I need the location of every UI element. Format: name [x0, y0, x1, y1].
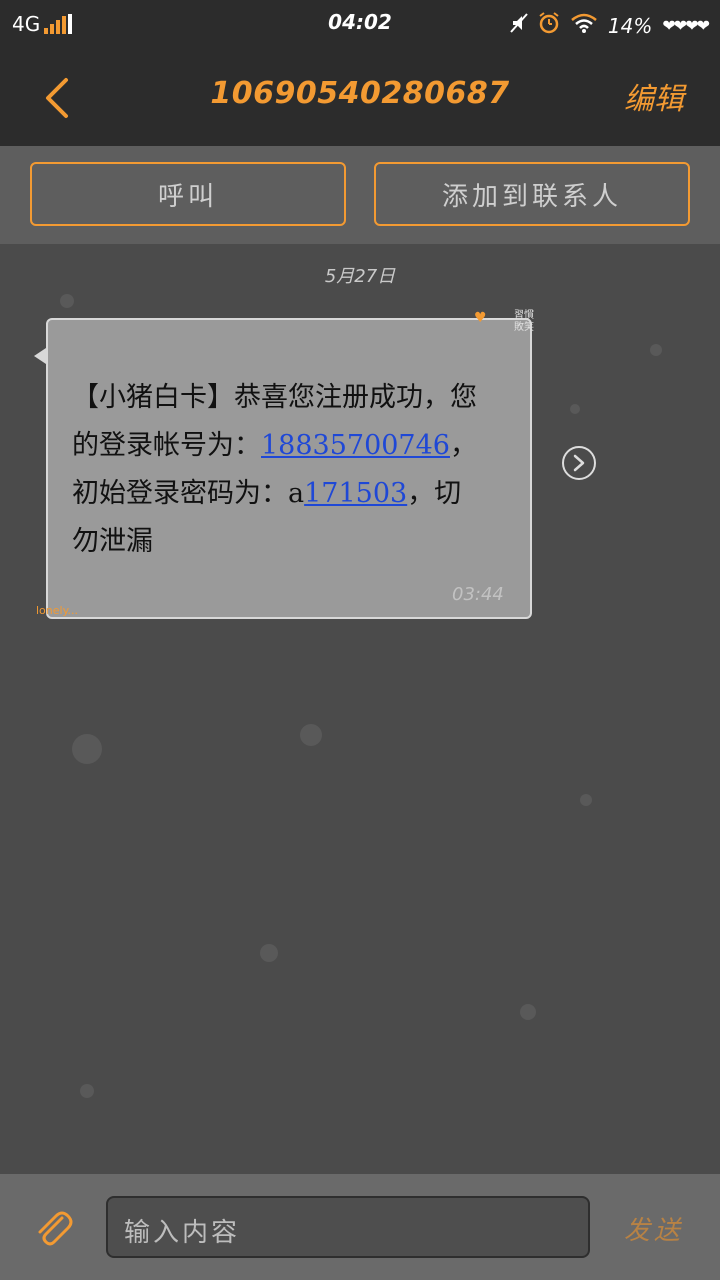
conversation-title: 10690540280687: [210, 76, 510, 111]
status-bar: 4G 04:02 14% ❤❤❤❤: [0, 0, 720, 48]
battery-hearts-icon: ❤❤❤❤: [662, 16, 710, 35]
call-button[interactable]: 呼叫: [30, 162, 346, 226]
chat-area[interactable]: 5月27日 【小猪白卡】恭喜您注册成功，您的登录帐号为：18835700746，…: [0, 244, 720, 1174]
background-dot: [260, 944, 278, 962]
header: 10690540280687 编辑: [0, 48, 720, 146]
background-dot: [60, 294, 74, 308]
message-input[interactable]: 输入内容: [106, 1196, 590, 1258]
date-label: 5月27日: [324, 266, 396, 287]
background-dot: [650, 344, 662, 356]
send-button[interactable]: 发送: [624, 1210, 684, 1247]
message-time: 03:44: [452, 584, 504, 605]
wifi-icon: [570, 13, 598, 38]
decoration-line: [488, 318, 514, 319]
heart-decoration-icon: ♥: [474, 310, 487, 326]
account-number-link[interactable]: 18835700746: [261, 430, 450, 461]
mute-icon: [510, 13, 528, 38]
attach-icon: [38, 1211, 73, 1246]
background-dot: [72, 734, 102, 764]
attach-button[interactable]: [32, 1208, 74, 1250]
background-dot: [520, 1004, 536, 1020]
alarm-icon: [538, 12, 560, 39]
background-dot: [570, 404, 580, 414]
bubble-decoration-text: 習慣 敗笑: [514, 310, 534, 333]
edit-button[interactable]: 编辑: [624, 74, 684, 118]
bubble-tail: [34, 348, 46, 364]
action-bar: 呼叫 添加到联系人: [0, 146, 720, 244]
status-right: 14% ❤❤❤❤: [510, 12, 710, 39]
battery-label: 14%: [607, 13, 653, 38]
background-dot: [580, 794, 592, 806]
add-contact-button[interactable]: 添加到联系人: [374, 162, 690, 226]
background-dot: [80, 1084, 94, 1098]
forward-button[interactable]: [562, 446, 596, 480]
background-dot: [300, 724, 322, 746]
forward-icon: [573, 454, 585, 472]
composer-bar: 输入内容 发送: [0, 1174, 720, 1280]
message-text[interactable]: 【小猪白卡】恭喜您注册成功，您的登录帐号为：18835700746，初始登录密码…: [72, 374, 482, 566]
lonely-decoration-text: lonely...: [36, 604, 79, 617]
password-number-link[interactable]: 171503: [304, 478, 407, 509]
